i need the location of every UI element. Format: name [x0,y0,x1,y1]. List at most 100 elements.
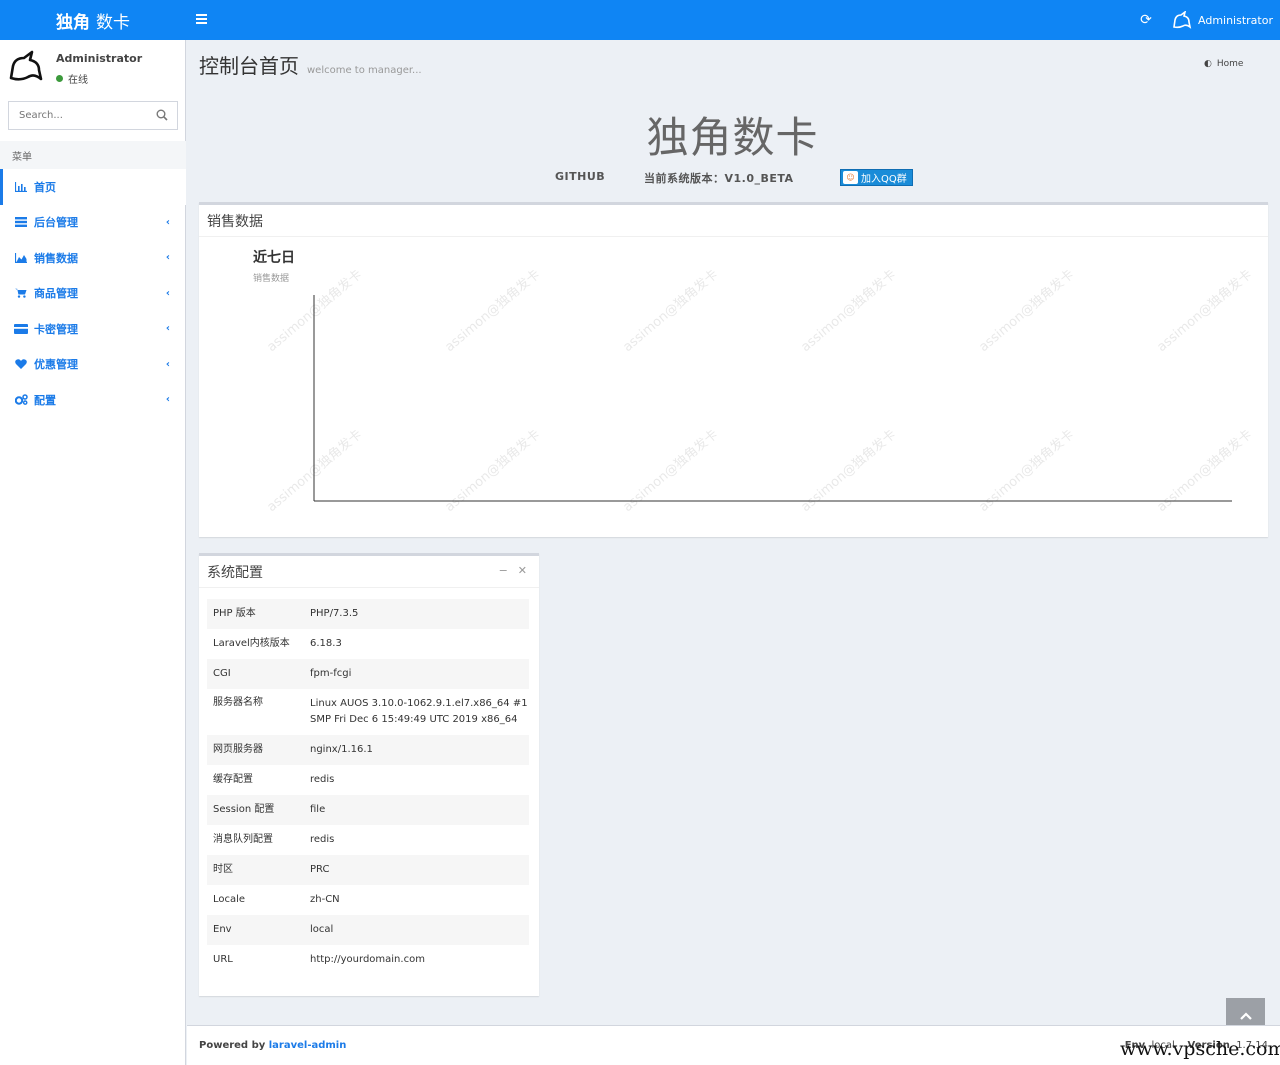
table-row: PHP 版本 PHP/7.3.5 [207,599,529,629]
sidebar-item-label: 销售数据 [34,251,78,265]
join-qq-group-button[interactable]: ☺ 加入QQ群 [840,169,913,186]
config-key: 时区 [213,864,233,875]
config-key: URL [213,954,233,965]
config-value: 6.18.3 [310,638,342,649]
breadcrumb-home[interactable]: Home [1217,59,1244,69]
config-key: 服务器名称 [213,697,263,708]
sidebar-toggle-icon[interactable] [196,12,210,28]
gears-icon [14,394,28,406]
config-value: local [310,924,334,935]
chevron-left-icon: ‹ [165,216,170,228]
unicorn-avatar-icon [9,50,43,81]
config-key: 缓存配置 [213,774,253,785]
config-key: PHP 版本 [213,608,256,619]
sidebar-user-name: Administrator [56,52,143,65]
menu-header: 菜单 [0,141,186,169]
brand-title: 独角数卡 [646,113,819,162]
chevron-left-icon: ‹ [165,358,170,370]
sidebar-item-admin[interactable]: 后台管理 ‹ [0,205,186,241]
top-navbar: 独角 数卡 ⟳ Administrator [0,0,1280,40]
powered-prefix: Powered by [199,1040,269,1051]
config-value-line1: Linux AUOS 3.10.0-1062.9.1.el7.x86_64 #1 [310,698,528,709]
version-label: 当前系统版本：V1.0_BETA [644,172,794,185]
unicorn-avatar-icon [1173,11,1192,29]
collapse-icon[interactable]: − [499,564,508,577]
page-title: 控制台首页 welcome to manager... [199,50,422,79]
sidebar-item-cards[interactable]: 卡密管理 ‹ [0,311,186,347]
laravel-admin-link[interactable]: laravel-admin [269,1040,347,1051]
table-row: 服务器名称 Linux AUOS 3.10.0-1062.9.1.el7.x86_… [207,689,529,735]
sidebar-item-coupons[interactable]: 优惠管理 ‹ [0,347,186,383]
footer: Powered by laravel-admin Env local Versi… [187,1025,1280,1065]
sidebar: Administrator 在线 菜单 首页 后台管理 ‹ [0,40,186,1065]
logo-rest-text: 数卡 [96,12,130,33]
table-row: Laravel内核版本 6.18.3 [207,629,529,659]
search-icon[interactable] [156,109,168,121]
online-dot-icon [56,75,63,82]
user-status-text: 在线 [68,75,88,86]
config-key: CGI [213,668,231,679]
close-icon[interactable]: ✕ [518,564,527,577]
credit-card-icon [14,323,28,335]
user-menu[interactable]: Administrator [1172,9,1273,31]
table-row: CGI fpm-fcgi [207,659,529,689]
table-row: 时区 PRC [207,855,529,885]
chevron-up-icon [1239,1011,1252,1020]
search-input[interactable] [9,102,149,129]
sidebar-item-label: 卡密管理 [34,322,78,336]
tasks-icon [14,216,28,228]
chevron-left-icon: ‹ [165,323,170,334]
config-value: nginx/1.16.1 [310,744,373,755]
logo-bold-text: 独角 [56,12,90,33]
sidebar-item-label: 商品管理 [34,287,78,301]
table-row: URL http://yourdomain.com [207,945,529,975]
user-panel: Administrator 在线 [0,40,186,92]
sales-chart [313,295,1232,502]
cart-icon [14,287,28,299]
sales-data-box: 销售数据 assimon@独角发卡 assimon@独角发卡 assimon@独角发… [199,202,1268,537]
app-logo[interactable]: 独角 数卡 [0,0,186,40]
sidebar-item-label: 配置 [34,393,56,407]
box-tools: − ✕ [499,564,527,577]
config-key: Laravel内核版本 [213,638,290,649]
powered-by: Powered by laravel-admin [199,1040,346,1051]
top-user-name: Administrator [1198,13,1273,27]
brand-links: GITHUB 当前系统版本：V1.0_BETA ☺ 加入QQ群 [0,169,1280,186]
page-subtitle: welcome to manager... [307,65,422,76]
sidebar-item-config[interactable]: 配置 ‹ [0,382,186,418]
sidebar-item-label: 后台管理 [34,216,78,230]
table-row: Session 配置 file [207,795,529,825]
qq-group-icon: ☺ [843,171,858,184]
sidebar-item-label: 优惠管理 [34,358,78,372]
area-chart-icon [14,252,28,264]
sidebar-menu: 首页 后台管理 ‹ 销售数据 ‹ 商品管理 ‹ 卡密管理 ‹ 优惠管理 ‹ 配置… [0,169,186,418]
config-value: redis [310,834,335,845]
heart-icon [14,358,28,370]
user-status: 在线 [56,71,88,86]
table-row: Env local [207,915,529,945]
config-key: Env [213,924,232,935]
page-title-text: 控制台首页 [199,54,299,78]
sidebar-item-sales[interactable]: 销售数据 ‹ [0,240,186,276]
config-key: Locale [213,894,246,905]
system-config-table: PHP 版本 PHP/7.3.5 Laravel内核版本 6.18.3 CGI fpm… [207,599,529,975]
config-value: file [310,804,326,815]
system-config-box: 系统配置 − ✕ PHP 版本 PHP/7.3.5 Laravel内核版本 6.18… [199,553,539,996]
sidebar-search [8,101,178,130]
config-value: redis [310,774,335,785]
config-value: fpm-fcgi [310,668,352,679]
table-row: Locale zh-CN [207,885,529,915]
chevron-left-icon: ‹ [165,394,170,405]
system-box-header: 系统配置 − ✕ [199,556,539,588]
config-key: 网页服务器 [213,744,263,755]
config-value: PHP/7.3.5 [310,608,359,619]
github-link[interactable]: GITHUB [555,170,605,183]
config-value: PRC [310,864,330,875]
breadcrumb[interactable]: ◐ Home [1204,59,1243,69]
sidebar-item-products[interactable]: 商品管理 ‹ [0,276,186,312]
chevron-left-icon: ‹ [165,287,170,299]
table-row: 缓存配置 redis [207,765,529,795]
config-value: http://yourdomain.com [310,954,425,965]
refresh-icon[interactable]: ⟳ [1138,12,1154,28]
site-watermark: www.vpsche.com [1120,1038,1280,1060]
